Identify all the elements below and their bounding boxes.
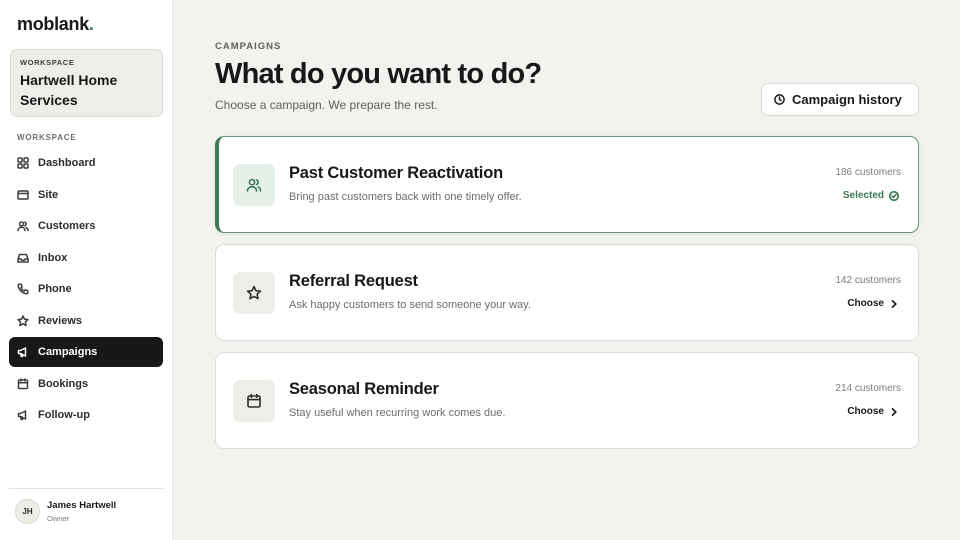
campaign-customer-count: 186 customers [835, 167, 901, 178]
sidebar-item-label: Phone [38, 283, 72, 295]
sidebar: moblank. WORKSPACE Hartwell Home Service… [0, 0, 173, 540]
sidebar-item-label: Campaigns [38, 346, 98, 358]
campaign-selected-status: Selected [843, 190, 899, 201]
users-icon [17, 221, 29, 232]
logo[interactable]: moblank. [17, 14, 94, 35]
sidebar-item-label: Dashboard [38, 157, 96, 169]
campaign-card-seasonal-reminder[interactable]: Seasonal Reminder Stay useful when recur… [215, 352, 919, 449]
sidebar-item-follow-up[interactable]: Follow-up [9, 400, 163, 430]
browser-icon [17, 189, 29, 200]
megaphone-icon [17, 347, 27, 358]
sidebar-item-site[interactable]: Site [9, 180, 163, 210]
campaign-card-past-customer-reactivation[interactable]: Past Customer Reactivation Bring past cu… [215, 136, 919, 233]
sidebar-item-dashboard[interactable]: Dashboard [9, 148, 163, 178]
sidebar-item-label: Customers [38, 220, 96, 232]
campaign-title: Past Customer Reactivation [289, 164, 503, 182]
campaign-description: Stay useful when recurring work comes du… [289, 407, 506, 419]
grid-icon [17, 157, 29, 169]
campaign-customer-count: 142 customers [835, 275, 901, 286]
sidebar-nav: Dashboard Site Customers Inbox Phone Rev… [9, 148, 163, 432]
phone-icon [17, 283, 29, 295]
star-icon [17, 314, 29, 326]
sidebar-item-reviews[interactable]: Reviews [9, 306, 163, 336]
campaign-history-label: Campaign history [792, 92, 902, 107]
campaign-customer-count: 214 customers [835, 383, 901, 394]
card-icon-box [233, 380, 275, 422]
choose-button[interactable]: Choose [847, 406, 899, 417]
clock-icon [774, 94, 785, 105]
page-eyebrow: CAMPAIGNS [215, 41, 282, 52]
card-icon-box [233, 164, 275, 206]
campaign-history-button[interactable]: Campaign history [761, 83, 919, 116]
chevron-right-icon [891, 407, 897, 416]
sidebar-item-campaigns[interactable]: Campaigns [9, 337, 163, 367]
avatar: JH [15, 499, 40, 524]
sidebar-item-label: Follow-up [38, 409, 90, 421]
campaign-title: Referral Request [289, 272, 418, 290]
user-profile[interactable]: JH James Hartwell Owner [15, 499, 116, 524]
nav-heading: WORKSPACE [17, 133, 77, 142]
card-icon-box [233, 272, 275, 314]
workspace-switcher[interactable]: WORKSPACE Hartwell Home Services [10, 49, 163, 117]
workspace-name: Hartwell Home Services [20, 72, 118, 108]
inbox-icon [17, 253, 29, 263]
sidebar-item-bookings[interactable]: Bookings [9, 369, 163, 399]
sidebar-item-customers[interactable]: Customers [9, 211, 163, 241]
user-role: Owner [47, 514, 70, 523]
user-name: James Hartwell [47, 500, 117, 511]
campaign-description: Bring past customers back with one timel… [289, 191, 522, 203]
workspace-label: WORKSPACE [20, 58, 75, 67]
campaign-title: Seasonal Reminder [289, 380, 439, 398]
check-circle-icon [889, 190, 899, 201]
choose-button[interactable]: Choose [847, 298, 899, 309]
divider [9, 488, 164, 489]
chevron-right-icon [891, 299, 897, 308]
sidebar-item-phone[interactable]: Phone [9, 274, 163, 304]
sidebar-item-label: Inbox [38, 251, 68, 264]
star-icon [246, 285, 262, 300]
campaign-card-referral-request[interactable]: Referral Request Ask happy customers to … [215, 244, 919, 341]
campaign-description: Ask happy customers to send someone your… [289, 299, 531, 311]
page-title: What do you want to do? [215, 58, 542, 90]
sidebar-item-inbox[interactable]: Inbox [9, 243, 163, 273]
sidebar-item-label: Bookings [38, 377, 89, 390]
sidebar-item-label: Reviews [38, 314, 83, 327]
calendar-icon [17, 377, 29, 389]
megaphone-icon [17, 410, 27, 421]
sidebar-item-label: Site [38, 188, 59, 201]
page-subtitle: Choose a campaign. We prepare the rest. [215, 98, 438, 112]
users-icon [246, 178, 262, 192]
calendar-icon [247, 393, 261, 408]
